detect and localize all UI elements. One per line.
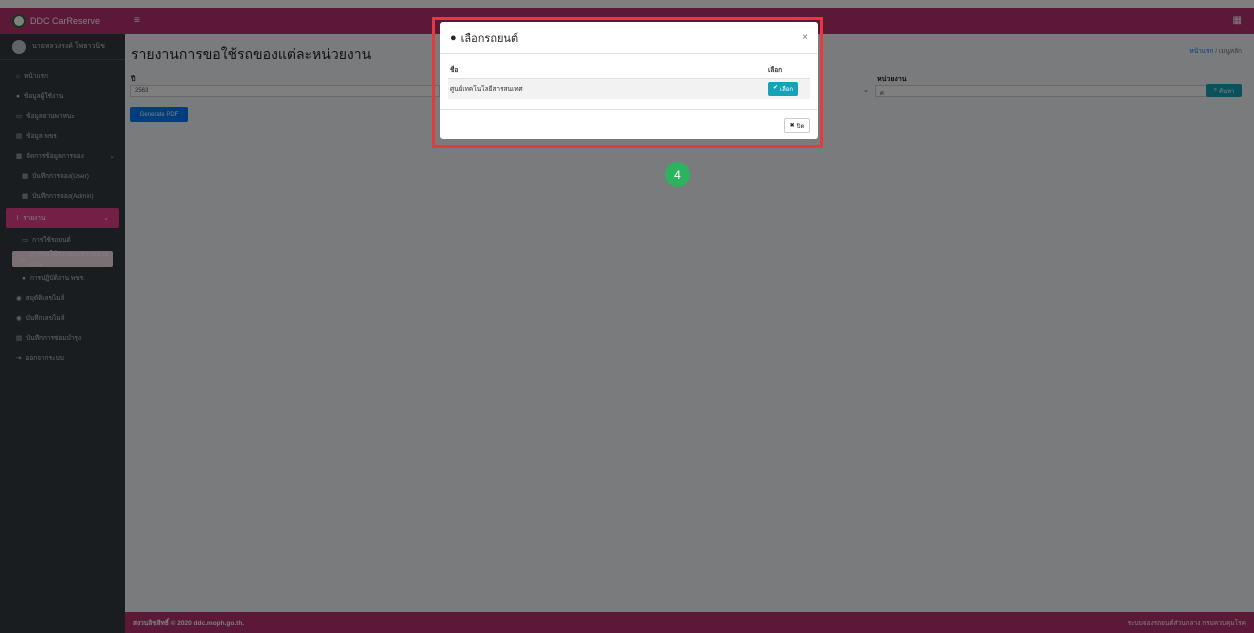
close-icon[interactable]: × [802,32,808,43]
modal-title: ● เลือกรถยนต์ [450,31,519,45]
modal-footer: ✖ ปิด [440,109,818,139]
step-marker: 4 [665,162,690,187]
table-row: ศูนย์เทคโนโลยีสารสนเทศ ✔ เลือก [448,78,810,99]
modal-header: ● เลือกรถยนต์ × [440,22,818,54]
column-header-select: เลือก [766,62,810,79]
user-icon: ● [450,31,457,44]
column-header-name: ชื่อ [448,62,766,79]
close-icon: ✖ [789,123,795,129]
check-icon: ✔ [773,85,779,91]
row-name: ศูนย์เทคโนโลยีสารสนเทศ [448,78,766,99]
select-button[interactable]: ✔ เลือก [768,82,798,96]
car-table: ชื่อ เลือก ศูนย์เทคโนโลยีสารสนเทศ ✔ เลือ… [448,62,810,99]
select-car-modal: ● เลือกรถยนต์ × ชื่อ เลือก ศูนย์เทคโนโลย… [440,22,818,139]
close-button[interactable]: ✖ ปิด [784,118,810,133]
modal-body: ชื่อ เลือก ศูนย์เทคโนโลยีสารสนเทศ ✔ เลือ… [440,54,818,99]
